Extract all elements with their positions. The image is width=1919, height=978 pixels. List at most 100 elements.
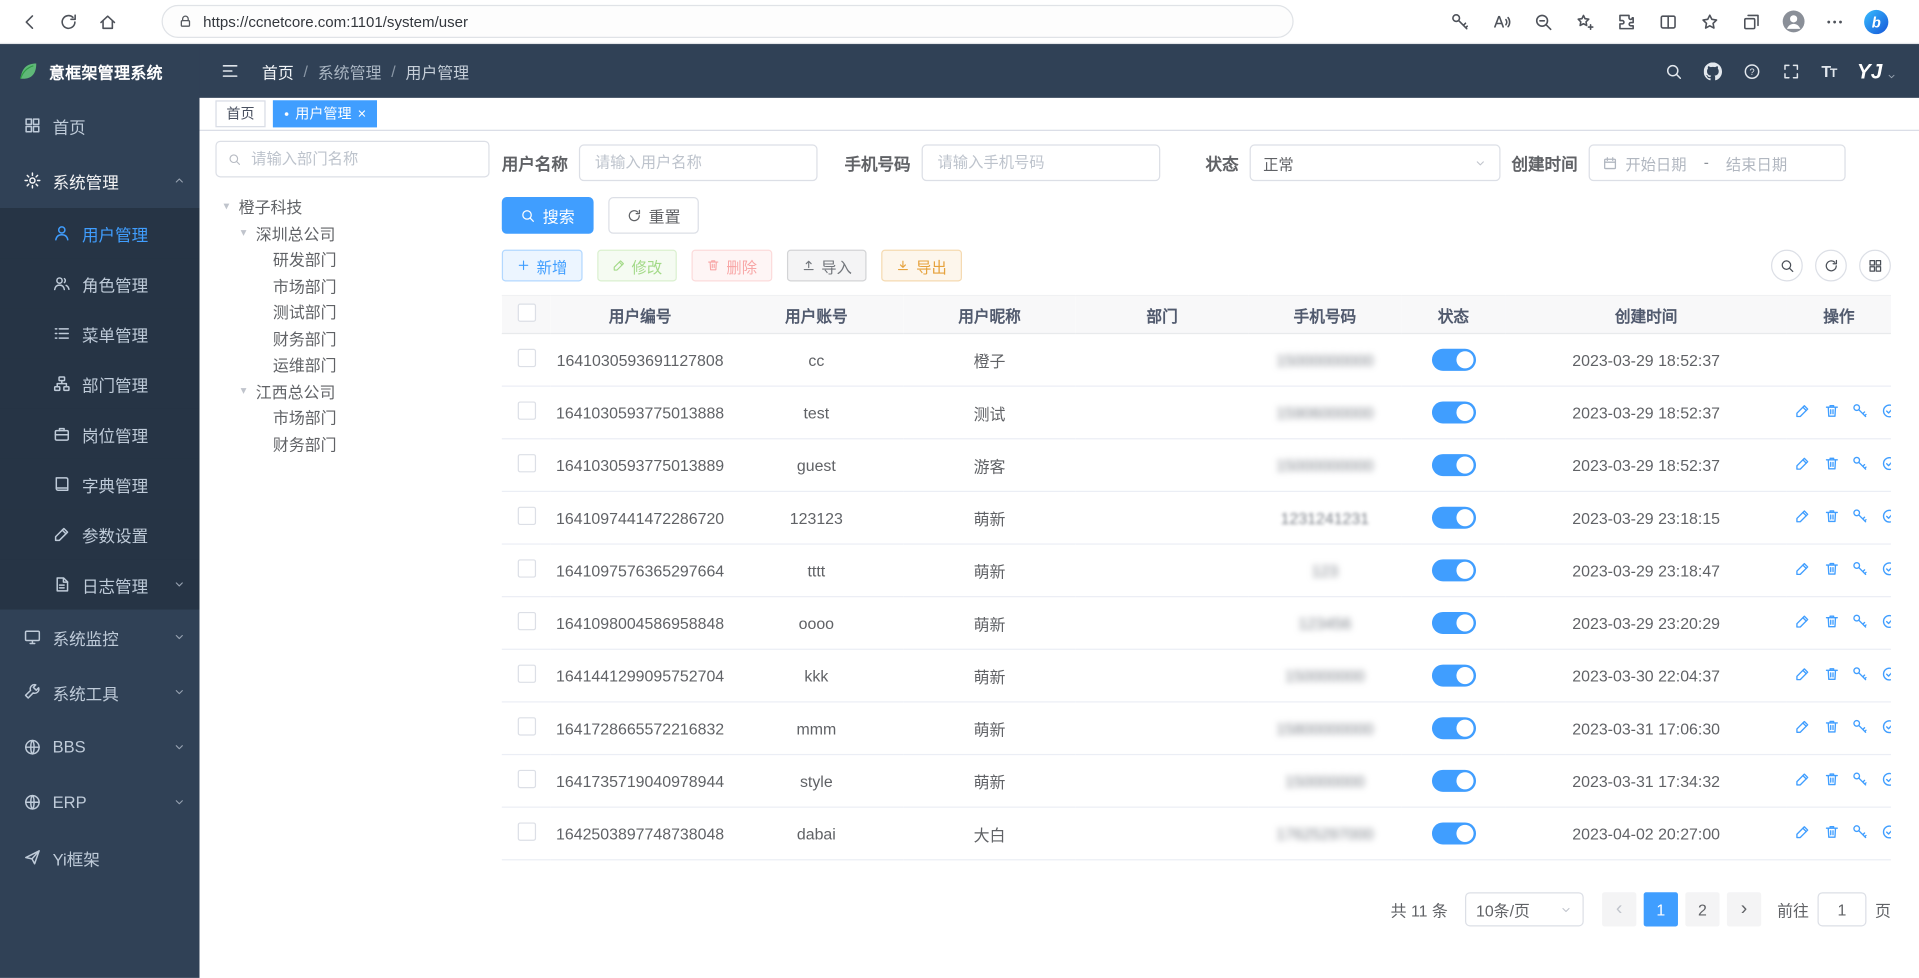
more-options-icon[interactable]: [1821, 7, 1848, 36]
row-checkbox[interactable]: [517, 822, 535, 840]
reset-password-icon[interactable]: [1852, 666, 1869, 686]
reset-password-icon[interactable]: [1852, 824, 1869, 844]
status-toggle[interactable]: [1431, 822, 1475, 844]
search-button[interactable]: 搜索: [502, 197, 593, 234]
edit-row-icon[interactable]: [1794, 666, 1811, 686]
url-text[interactable]: https://ccnetcore.com:1101/system/user: [203, 13, 468, 30]
reset-password-icon[interactable]: [1852, 718, 1869, 738]
import-button[interactable]: 导入: [786, 250, 866, 282]
next-page-button[interactable]: ›: [1727, 892, 1761, 926]
tree-node[interactable]: 财务部门: [215, 325, 489, 351]
delete-row-icon[interactable]: [1823, 718, 1840, 738]
font-size-icon[interactable]: TT: [1821, 62, 1836, 80]
reset-password-icon[interactable]: [1852, 771, 1869, 791]
status-toggle[interactable]: [1431, 612, 1475, 634]
dept-search-input[interactable]: [249, 149, 478, 169]
username-input[interactable]: [592, 153, 804, 173]
end-date-placeholder[interactable]: 结束日期: [1726, 151, 1787, 174]
address-bar[interactable]: https://ccnetcore.com:1101/system/user: [162, 5, 1294, 38]
add-button[interactable]: 新增: [502, 250, 582, 282]
sidebar-item-system[interactable]: 系统管理: [0, 153, 199, 208]
row-checkbox[interactable]: [517, 770, 535, 788]
page-button-1[interactable]: 1: [1644, 892, 1678, 926]
prev-page-button[interactable]: ‹: [1602, 892, 1636, 926]
status-toggle[interactable]: [1431, 349, 1475, 371]
toggle-search-button[interactable]: [1771, 250, 1803, 282]
edit-row-icon[interactable]: [1794, 403, 1811, 423]
sidebar-item-dictionary[interactable]: 字典管理: [0, 459, 199, 509]
assign-role-icon[interactable]: [1881, 666, 1891, 686]
delete-row-icon[interactable]: [1823, 666, 1840, 686]
assign-role-icon[interactable]: [1881, 508, 1891, 528]
sidebar-item-home[interactable]: 首页: [0, 98, 199, 153]
tag-user-management[interactable]: ● 用户管理 ×: [273, 100, 377, 127]
reset-password-icon[interactable]: [1852, 403, 1869, 423]
tag-home[interactable]: 首页: [215, 100, 265, 127]
sidebar-item-bbs[interactable]: BBS: [0, 720, 199, 775]
copilot-icon[interactable]: b: [1863, 7, 1890, 36]
row-checkbox[interactable]: [517, 559, 535, 577]
delete-button[interactable]: 删除: [692, 250, 772, 282]
assign-role-icon[interactable]: [1881, 455, 1891, 475]
status-toggle[interactable]: [1431, 401, 1475, 423]
sidebar-item-yi-framework[interactable]: Yi框架: [0, 830, 199, 885]
tree-node[interactable]: ▾江西总公司: [215, 378, 489, 404]
reset-button[interactable]: 重置: [608, 197, 699, 234]
modify-button[interactable]: 修改: [597, 250, 677, 282]
collections-icon[interactable]: [1738, 7, 1765, 36]
status-toggle[interactable]: [1431, 770, 1475, 792]
phone-input[interactable]: [935, 153, 1147, 173]
sidebar-item-roles[interactable]: 角色管理: [0, 258, 199, 308]
sidebar-item-menus[interactable]: 菜单管理: [0, 308, 199, 358]
delete-row-icon[interactable]: [1823, 824, 1840, 844]
select-all-checkbox[interactable]: [517, 304, 535, 322]
delete-row-icon[interactable]: [1823, 560, 1840, 580]
read-aloud-icon[interactable]: [1488, 7, 1515, 36]
assign-role-icon[interactable]: [1881, 613, 1891, 633]
caret-down-icon[interactable]: ▾: [237, 226, 249, 239]
help-icon[interactable]: [1743, 62, 1761, 80]
header-search-icon[interactable]: [1665, 62, 1683, 80]
page-size-select[interactable]: 10条/页: [1465, 892, 1584, 926]
sidebar-item-monitor[interactable]: 系统监控: [0, 610, 199, 665]
assign-role-icon[interactable]: [1881, 824, 1891, 844]
assign-role-icon[interactable]: [1881, 718, 1891, 738]
column-settings-button[interactable]: [1859, 250, 1891, 282]
sidebar-item-posts[interactable]: 岗位管理: [0, 409, 199, 459]
edit-row-icon[interactable]: [1794, 613, 1811, 633]
github-icon[interactable]: [1704, 62, 1722, 80]
favorites-bar-icon[interactable]: [1696, 7, 1723, 36]
tree-node[interactable]: ▾深圳总公司: [215, 220, 489, 246]
caret-down-icon[interactable]: ▾: [220, 200, 232, 213]
date-range-picker[interactable]: 开始日期 - 结束日期: [1589, 144, 1846, 181]
sidebar-item-parameters[interactable]: 参数设置: [0, 509, 199, 559]
reset-password-icon[interactable]: [1852, 560, 1869, 580]
edit-row-icon[interactable]: [1794, 824, 1811, 844]
status-toggle[interactable]: [1431, 717, 1475, 739]
row-checkbox[interactable]: [517, 349, 535, 367]
refresh-table-button[interactable]: [1815, 250, 1847, 282]
profile-avatar[interactable]: [1780, 7, 1807, 36]
tree-node[interactable]: 财务部门: [215, 430, 489, 456]
breadcrumb-system[interactable]: 系统管理: [318, 59, 382, 82]
fullscreen-icon[interactable]: [1782, 62, 1800, 80]
tree-node[interactable]: 运维部门: [215, 351, 489, 377]
status-toggle[interactable]: [1431, 665, 1475, 687]
delete-row-icon[interactable]: [1823, 508, 1840, 528]
user-avatar[interactable]: YJ: [1857, 61, 1897, 82]
favorites-add-icon[interactable]: [1571, 7, 1598, 36]
sidebar-item-departments[interactable]: 部门管理: [0, 359, 199, 409]
export-button[interactable]: 导出: [881, 250, 961, 282]
zoom-out-icon[interactable]: [1530, 7, 1557, 36]
start-date-placeholder[interactable]: 开始日期: [1625, 151, 1686, 174]
page-button-2[interactable]: 2: [1685, 892, 1719, 926]
status-toggle[interactable]: [1431, 454, 1475, 476]
sidebar-item-users[interactable]: 用户管理: [0, 208, 199, 258]
browser-refresh-icon[interactable]: [51, 4, 85, 38]
breadcrumb-home[interactable]: 首页: [262, 59, 294, 82]
delete-row-icon[interactable]: [1823, 771, 1840, 791]
browser-back-icon[interactable]: [12, 4, 46, 38]
row-checkbox[interactable]: [517, 717, 535, 735]
reset-password-icon[interactable]: [1852, 455, 1869, 475]
tree-node[interactable]: 测试部门: [215, 299, 489, 325]
